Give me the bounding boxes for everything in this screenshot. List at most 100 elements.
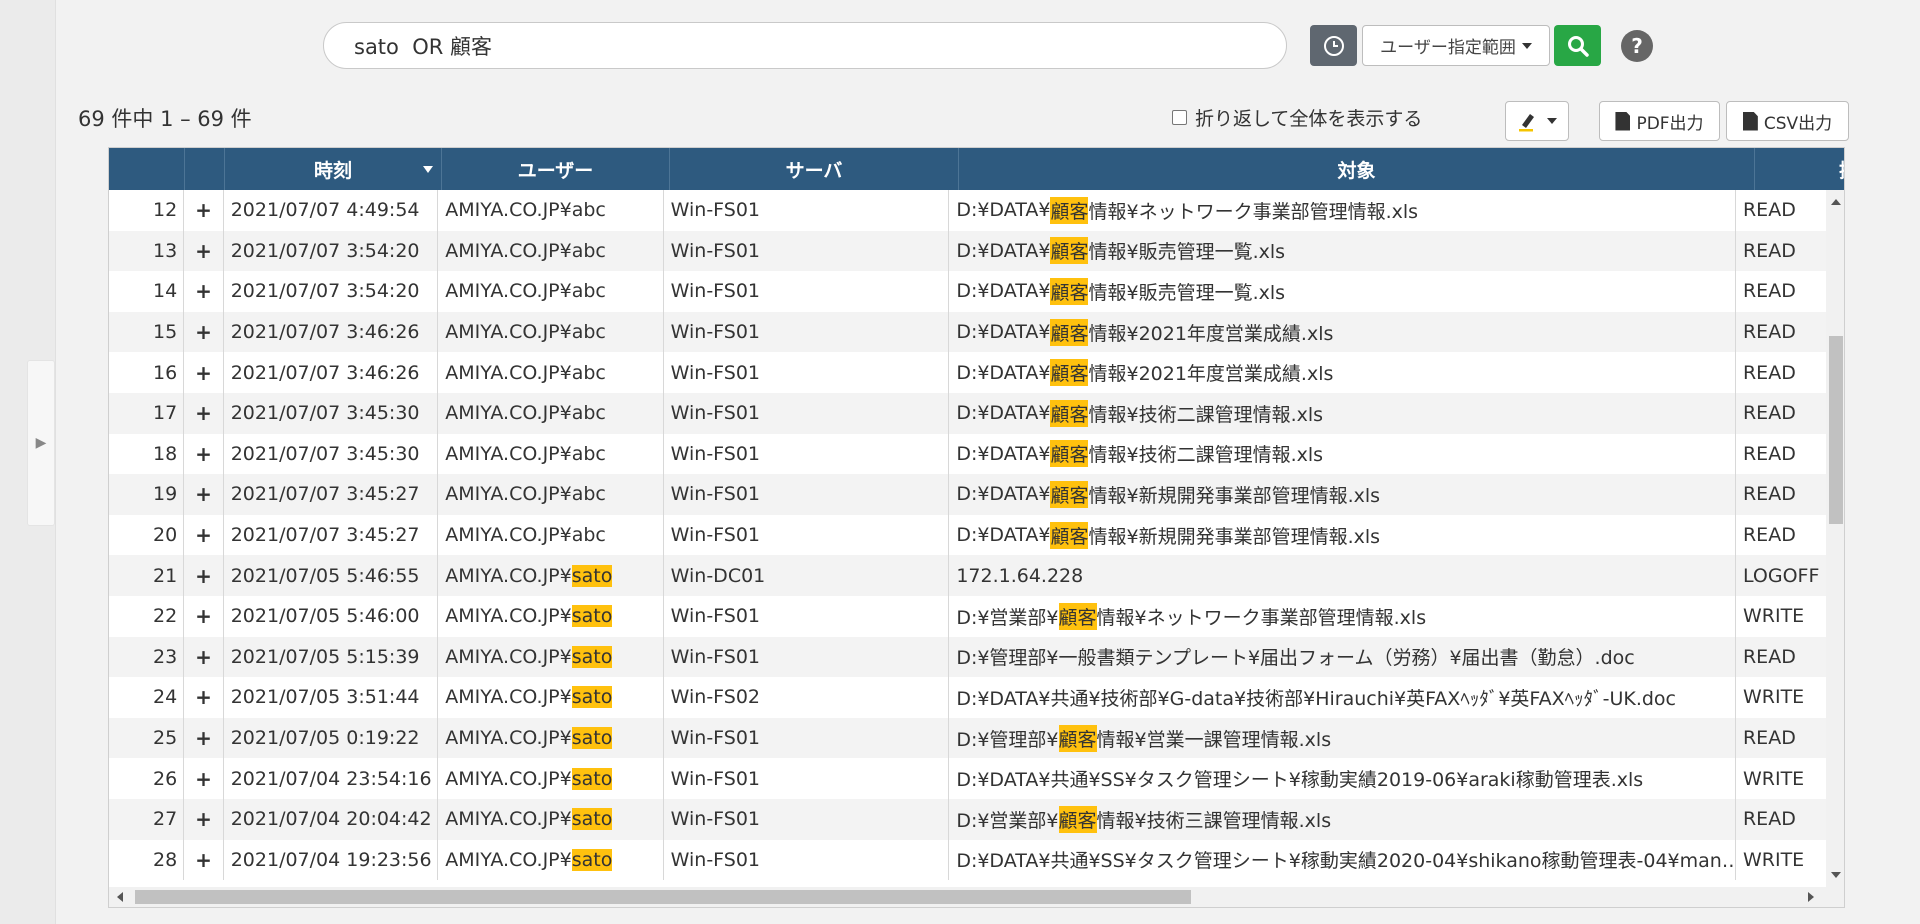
table-row[interactable]: 21 +2021/07/05 5:46:55 AMIYA.CO.JP¥ sato Win…: [109, 555, 1826, 596]
user-text: AMIYA.CO.JP¥: [445, 605, 572, 628]
time-cell: 2021/07/07 3:46:26: [224, 352, 439, 393]
target-cell: D:¥DATA¥ 顧客 情報¥2021年度営業成績.xls: [949, 352, 1736, 393]
table-row[interactable]: 24 +2021/07/05 3:51:44 AMIYA.CO.JP¥ sato Win…: [109, 677, 1826, 718]
table-row[interactable]: 27 +2021/07/04 20:04:42 AMIYA.CO.JP¥ sato Wi…: [109, 798, 1826, 840]
server-cell: Win-FS02: [664, 677, 950, 718]
pdf-export-button[interactable]: PDF出力: [1599, 101, 1720, 141]
target-text: D:¥DATA¥: [956, 361, 1051, 384]
target-cell: D:¥DATA¥ 顧客 情報¥技術二課管理情報.xls: [949, 433, 1736, 475]
column-header-operation[interactable]: 操: [1755, 148, 1844, 190]
operation-cell: READ: [1742, 402, 1796, 425]
target-cell: D:¥営業部¥ 顧客 情報¥ネットワーク事業部管理情報.xls: [949, 595, 1736, 637]
scroll-right-icon[interactable]: [1808, 892, 1814, 902]
caret-down-icon: [1547, 118, 1557, 124]
search-button[interactable]: [1554, 25, 1601, 66]
search-icon: [1567, 35, 1589, 57]
expand-row-button[interactable]: +: [184, 758, 224, 799]
row-number: 16: [109, 352, 185, 393]
table-row[interactable]: 12 +2021/07/07 4:49:54 AMIYA.CO.JP¥abc Win-…: [109, 190, 1826, 231]
expand-row-button[interactable]: +: [184, 555, 224, 596]
expand-row-button[interactable]: +: [184, 514, 224, 556]
operation-cell: READ: [1742, 361, 1796, 384]
expand-panel-button[interactable]: ▶: [27, 360, 55, 526]
column-header-server[interactable]: サーバ: [670, 148, 959, 190]
table-row[interactable]: 19 +2021/07/07 3:45:27 AMIYA.CO.JP¥abc Win-…: [109, 474, 1826, 515]
table-row[interactable]: 20 +2021/07/07 3:45:27 AMIYA.CO.JP¥abc Win-…: [109, 514, 1826, 556]
table-row[interactable]: 18 +2021/07/07 3:45:30 AMIYA.CO.JP¥abc Win-…: [109, 433, 1826, 475]
help-icon[interactable]: ?: [1621, 30, 1653, 62]
user-text: AMIYA.CO.JP¥: [445, 686, 572, 709]
date-range-dropdown[interactable]: ユーザー指定範囲: [1362, 25, 1550, 66]
search-match-highlight: 顧客: [1058, 724, 1097, 752]
row-number: 25: [109, 717, 185, 759]
target-cell: D:¥DATA¥共通¥SS¥タスク管理シート¥稼動実績2020-04¥shika…: [949, 839, 1736, 881]
vertical-scroll-thumb[interactable]: [1829, 336, 1843, 524]
expand-row-button[interactable]: +: [184, 271, 224, 312]
operation-cell: READ: [1742, 524, 1796, 547]
target-text-rest: 情報¥技術二課管理情報.xls: [1088, 403, 1324, 426]
expand-row-button[interactable]: +: [184, 433, 224, 475]
history-button[interactable]: [1310, 25, 1357, 66]
table-row[interactable]: 26 +2021/07/04 23:54:16 AMIYA.CO.JP¥ sato Wi…: [109, 758, 1826, 799]
scroll-down-icon[interactable]: [1831, 872, 1841, 878]
target-cell: D:¥DATA¥ 顧客 情報¥新規開発事業部管理情報.xls: [949, 514, 1736, 556]
highlight-dropdown[interactable]: [1505, 101, 1569, 141]
wrap-text-option[interactable]: 折り返して全体を表示する: [1172, 104, 1422, 131]
triangle-right-icon: ▶: [35, 435, 47, 451]
table-header: 時刻 ユーザー サーバ 対象 操: [109, 148, 1844, 190]
expand-row-button[interactable]: +: [184, 311, 224, 353]
table-row[interactable]: 22 +2021/07/05 5:46:00 AMIYA.CO.JP¥ sato Win…: [109, 595, 1826, 637]
row-number: 21: [109, 555, 185, 596]
scroll-up-icon[interactable]: [1831, 199, 1841, 205]
search-box[interactable]: [323, 22, 1287, 69]
server-cell: Win-FS01: [664, 433, 950, 475]
table-row[interactable]: 13 +2021/07/07 3:54:20 AMIYA.CO.JP¥abc Win-…: [109, 230, 1826, 272]
target-cell: D:¥DATA¥ 顧客 情報¥販売管理一覧.xls: [949, 271, 1736, 312]
expand-row-button[interactable]: +: [184, 798, 224, 840]
table-row[interactable]: 14 +2021/07/07 3:54:20 AMIYA.CO.JP¥abc Win-…: [109, 271, 1826, 312]
table-row[interactable]: 16 +2021/07/07 3:46:26 AMIYA.CO.JP¥abc Win-…: [109, 352, 1826, 393]
wrap-text-checkbox[interactable]: [1172, 110, 1187, 125]
server-cell: Win-FS01: [664, 230, 950, 272]
search-match-highlight: sato: [571, 848, 613, 871]
expand-row-button[interactable]: +: [184, 839, 224, 881]
target-text: D:¥DATA¥: [956, 402, 1051, 425]
table-row[interactable]: 28 +2021/07/04 19:23:56 AMIYA.CO.JP¥ sato Wi…: [109, 839, 1826, 881]
expand-row-button[interactable]: +: [184, 595, 224, 637]
column-header-time-label: 時刻: [313, 159, 352, 182]
expand-row-button[interactable]: +: [184, 677, 224, 718]
table-row[interactable]: 15 +2021/07/07 3:46:26 AMIYA.CO.JP¥abc Win-…: [109, 311, 1826, 353]
expand-row-button[interactable]: +: [184, 474, 224, 515]
vertical-scrollbar[interactable]: [1826, 190, 1844, 887]
expand-row-button[interactable]: +: [184, 636, 224, 678]
user-text: AMIYA.CO.JP¥abc: [445, 239, 606, 262]
horizontal-scroll-thumb[interactable]: [135, 890, 1191, 904]
time-cell: 2021/07/04 19:23:56: [224, 839, 439, 881]
horizontal-scrollbar[interactable]: [109, 887, 1844, 907]
search-input[interactable]: [354, 33, 1256, 58]
column-header-target[interactable]: 対象: [959, 148, 1755, 190]
expand-row-button[interactable]: +: [184, 230, 224, 272]
scroll-left-icon[interactable]: [117, 892, 123, 902]
operation-cell: WRITE: [1742, 605, 1805, 628]
user-cell: AMIYA.CO.JP¥abc: [438, 271, 664, 312]
column-header-user[interactable]: ユーザー: [442, 148, 670, 190]
highlighter-icon: [1519, 114, 1534, 132]
expand-row-button[interactable]: +: [184, 352, 224, 393]
expand-row-button[interactable]: +: [184, 717, 224, 759]
expand-row-button[interactable]: +: [184, 392, 224, 434]
table-row[interactable]: 17 +2021/07/07 3:45:30 AMIYA.CO.JP¥abc Win-…: [109, 392, 1826, 434]
search-match-highlight: sato: [571, 564, 613, 587]
table-row[interactable]: 23 +2021/07/05 5:15:39 AMIYA.CO.JP¥ sato Win…: [109, 636, 1826, 678]
target-text: D:¥DATA¥共通¥技術部¥G-data¥技術部¥Hirauchi¥英FAXﾍ…: [956, 687, 1676, 710]
table-row[interactable]: 25 +2021/07/05 0:19:22 AMIYA.CO.JP¥ sato Win…: [109, 717, 1826, 759]
csv-export-button[interactable]: CSV出力: [1726, 101, 1849, 141]
operation-cell: READ: [1742, 727, 1796, 750]
time-cell: 2021/07/05 3:51:44: [224, 677, 439, 718]
target-text: D:¥DATA¥: [956, 442, 1051, 465]
column-header-time[interactable]: 時刻: [225, 148, 442, 190]
expand-row-button[interactable]: +: [184, 190, 224, 231]
user-text: AMIYA.CO.JP¥abc: [445, 402, 606, 425]
search-match-highlight: 顧客: [1050, 521, 1089, 549]
time-cell: 2021/07/07 3:45:30: [224, 392, 439, 434]
